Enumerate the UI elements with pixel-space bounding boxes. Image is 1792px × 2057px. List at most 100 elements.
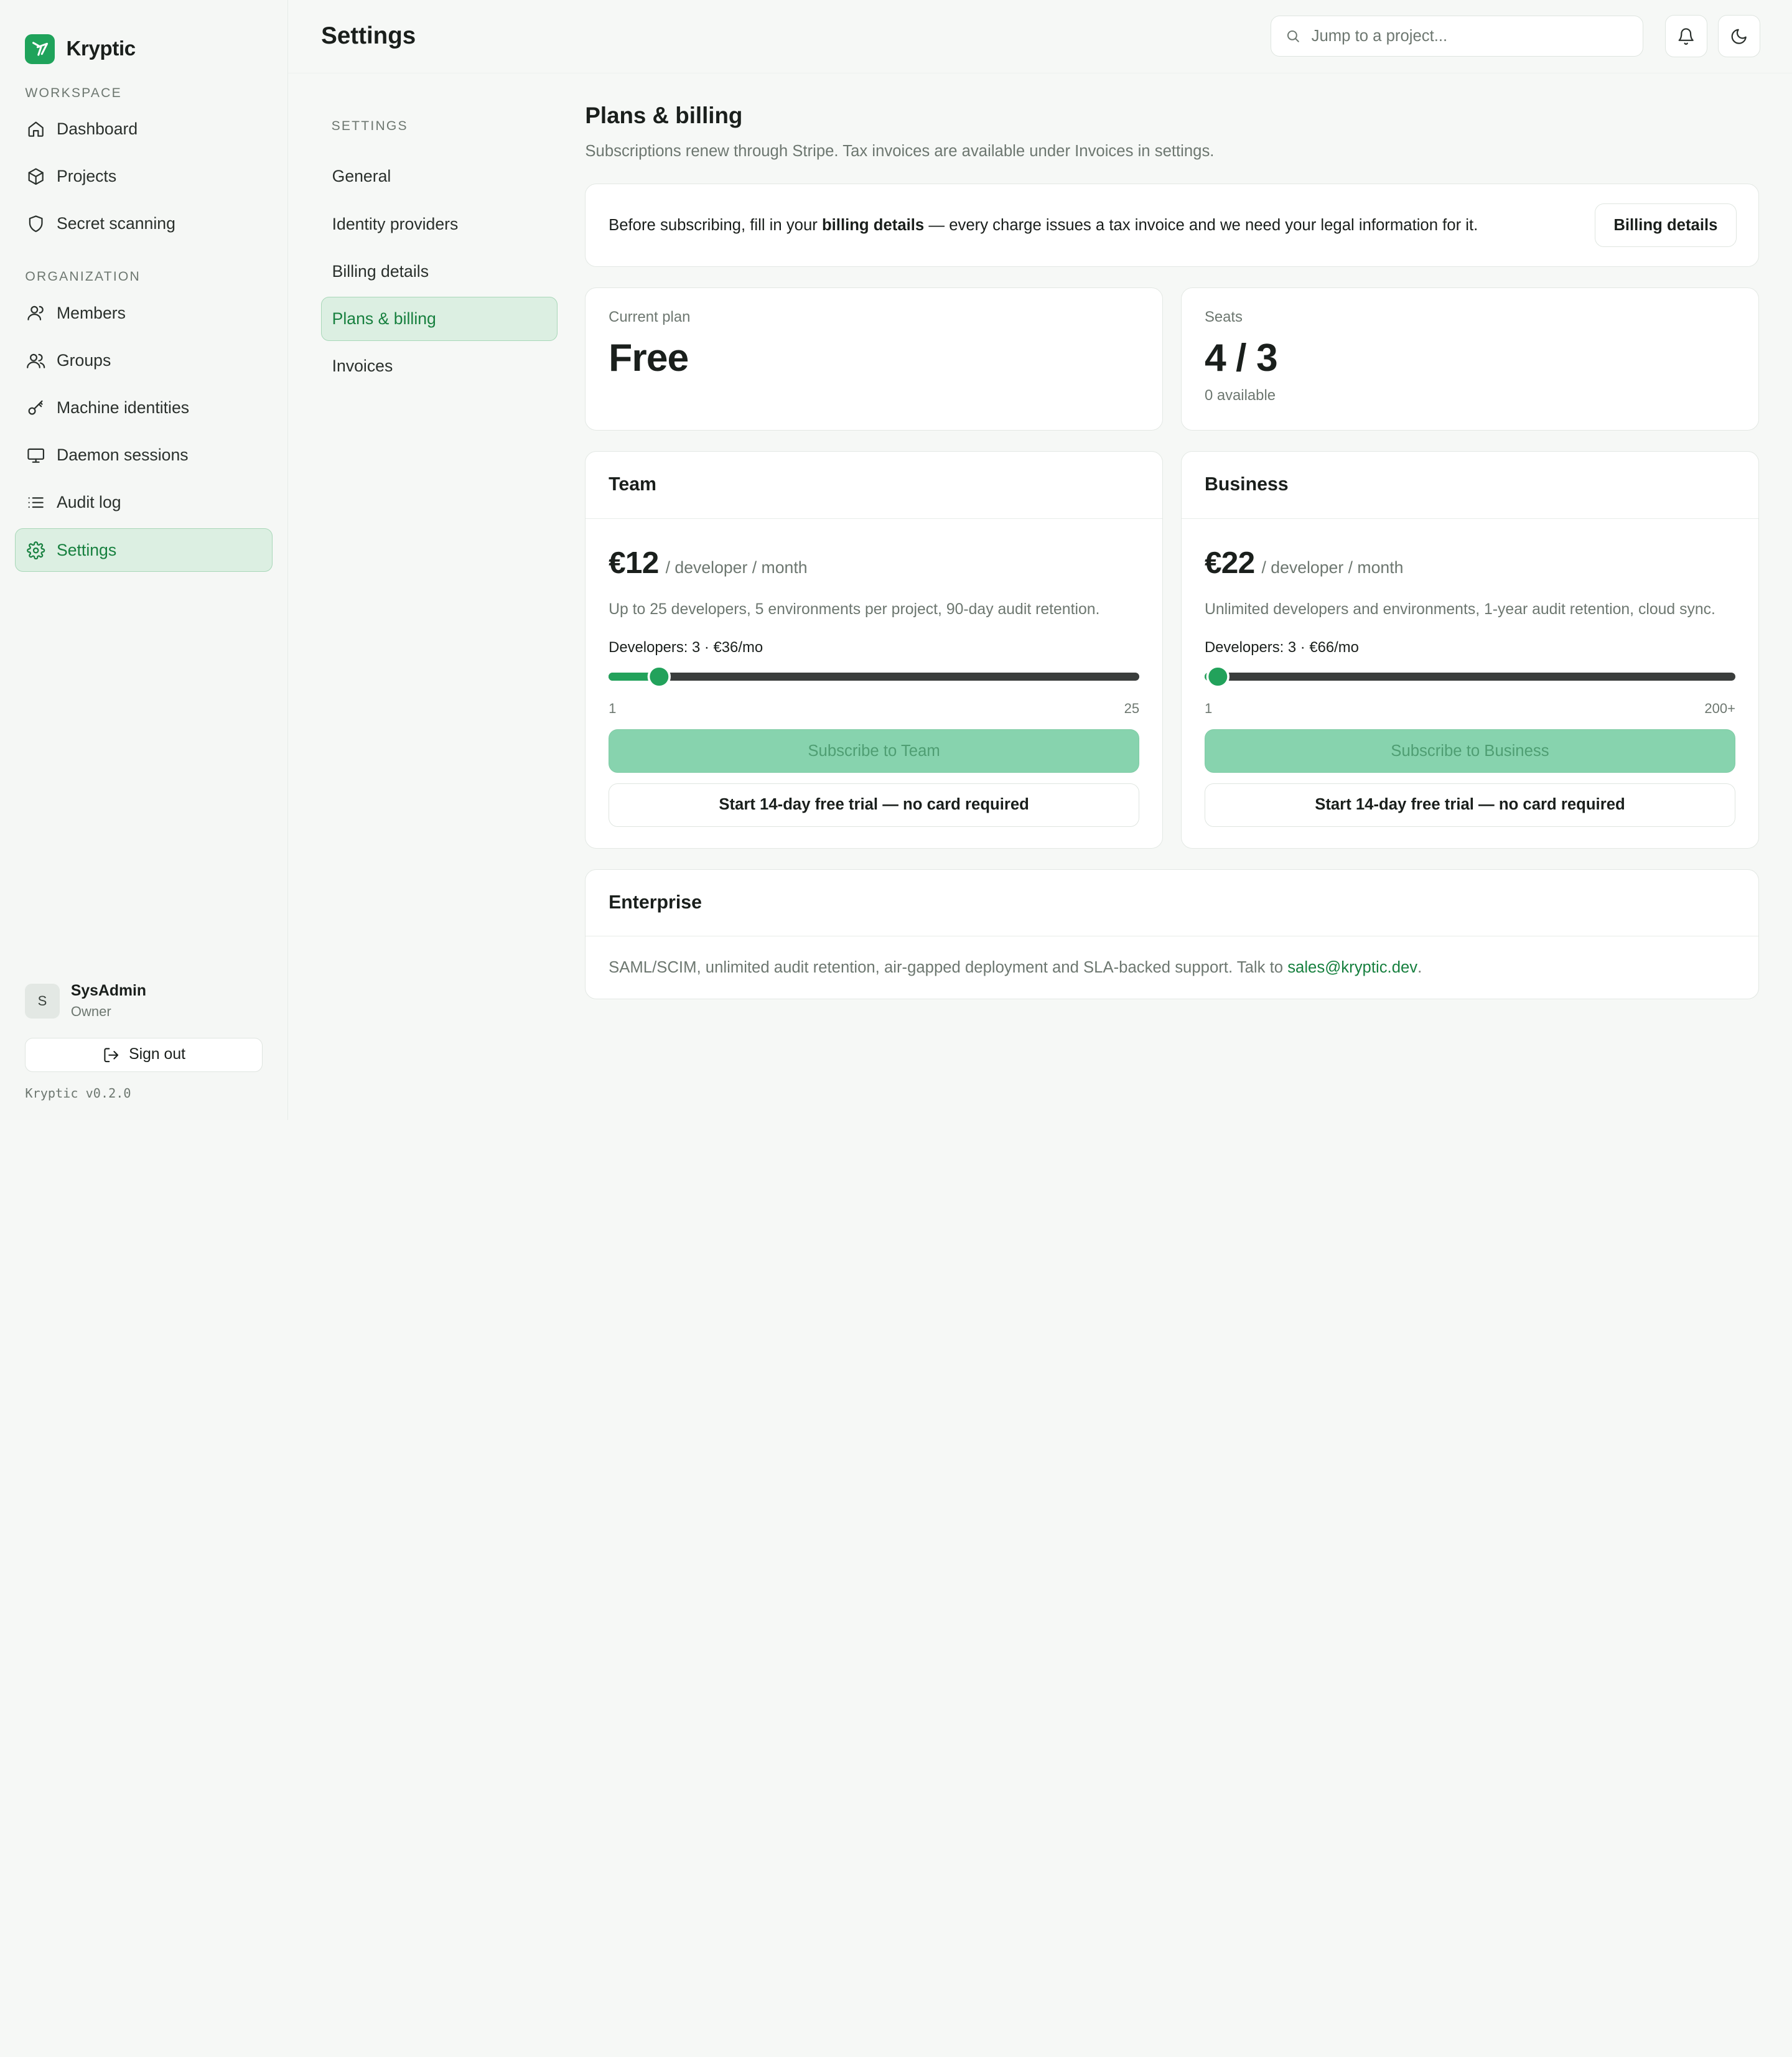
sidebar-item-label: Projects bbox=[56, 167, 117, 186]
kryptic-logo-icon bbox=[25, 34, 55, 64]
sidebar-item-dashboard[interactable]: Dashboard bbox=[15, 108, 273, 151]
key-icon bbox=[28, 400, 43, 415]
settings-item-billing-details[interactable]: Billing details bbox=[321, 249, 558, 294]
sidebar-item-label: Groups bbox=[56, 350, 111, 370]
gear-icon bbox=[27, 541, 45, 559]
plan-description: Up to 25 developers, 5 environments per … bbox=[609, 600, 1100, 618]
panel-subtitle: Subscriptions renew through Stripe. Tax … bbox=[585, 142, 1215, 161]
settings-item-general[interactable]: General bbox=[321, 154, 558, 199]
user-profile[interactable]: S SysAdmin Owner bbox=[25, 976, 263, 1027]
business-plan-card: Business €22 / developer / month Unlimit… bbox=[1181, 450, 1759, 849]
developers-slider[interactable] bbox=[1204, 668, 1735, 686]
sidebar-item-groups[interactable]: Groups bbox=[15, 338, 273, 382]
avatar: S bbox=[25, 984, 60, 1019]
subscribe-team-button[interactable]: Subscribe to Team bbox=[609, 729, 1140, 773]
team-plan-card: Team €12 / developer / month Up to 25 de… bbox=[585, 450, 1163, 849]
plan-price-unit: / developer / month bbox=[665, 557, 808, 577]
settings-subnav-title: SETTINGS bbox=[331, 119, 408, 133]
search-input[interactable] bbox=[1311, 27, 1630, 45]
sidebar: Kryptic WORKSPACE Dashboard Projects Sec… bbox=[0, 0, 288, 1120]
slider-min-label: 1 bbox=[609, 701, 617, 717]
user-role: Owner bbox=[70, 1003, 111, 1019]
panel-title: Plans & billing bbox=[585, 103, 743, 129]
slider-thumb[interactable] bbox=[1208, 668, 1227, 686]
current-plan-card: Current plan Free bbox=[585, 287, 1163, 431]
slider-track[interactable] bbox=[609, 673, 1140, 681]
app-version: Kryptic v0.2.0 bbox=[25, 1085, 131, 1101]
notifications-button[interactable] bbox=[1665, 15, 1708, 58]
cube-icon bbox=[28, 168, 44, 185]
slider-track[interactable] bbox=[1204, 673, 1735, 681]
home-icon bbox=[28, 121, 44, 137]
sidebar-item-audit-log[interactable]: Audit log bbox=[15, 481, 273, 525]
sidebar-item-secret-scanning[interactable]: Secret scanning bbox=[15, 202, 273, 246]
start-trial-team-button[interactable]: Start 14-day free trial — no card requir… bbox=[609, 783, 1140, 827]
search-box[interactable] bbox=[1271, 16, 1644, 57]
sidebar-item-machine-identities[interactable]: Machine identities bbox=[15, 386, 273, 430]
app-window: Kryptic WORKSPACE Dashboard Projects Sec… bbox=[0, 0, 1792, 1120]
nav-section-organization: ORGANIZATION bbox=[25, 269, 141, 284]
sidebar-item-label: Settings bbox=[56, 540, 117, 559]
current-plan-value: Free bbox=[609, 335, 689, 380]
brand[interactable]: Kryptic bbox=[0, 0, 287, 75]
billing-details-button[interactable]: Billing details bbox=[1594, 203, 1737, 247]
plan-price-unit: / developer / month bbox=[1261, 557, 1404, 577]
sidebar-item-label: Dashboard bbox=[56, 119, 138, 139]
notice-text-after: — every charge issues a tax invoice and … bbox=[924, 216, 1478, 234]
notice-text-before: Before subscribing, fill in your bbox=[609, 216, 822, 234]
main-area: Settings SETTINGS General Identity provi… bbox=[287, 0, 1792, 1120]
sidebar-footer: S SysAdmin Owner Sign out Kryptic v0.2.0 bbox=[25, 976, 263, 1120]
theme-toggle-button[interactable] bbox=[1717, 15, 1760, 58]
seats-value: 4 / 3 bbox=[1204, 335, 1278, 380]
enterprise-title: Enterprise bbox=[586, 870, 1758, 936]
sidebar-item-projects[interactable]: Projects bbox=[15, 155, 273, 198]
seats-available: 0 available bbox=[1204, 386, 1276, 404]
plans-billing-panel: Plans & billing Subscriptions renew thro… bbox=[585, 73, 1792, 1000]
bell-icon bbox=[1678, 27, 1694, 45]
plan-name: Business bbox=[1182, 452, 1758, 520]
enterprise-card: Enterprise SAML/SCIM, unlimited audit re… bbox=[585, 869, 1759, 1000]
notice-text: Before subscribing, fill in your billing… bbox=[609, 217, 1478, 235]
subscribe-business-button[interactable]: Subscribe to Business bbox=[1204, 729, 1735, 773]
slider-thumb[interactable] bbox=[650, 668, 668, 686]
slider-max-label: 25 bbox=[1124, 701, 1140, 717]
sales-email-link[interactable]: sales@kryptic.dev bbox=[1287, 959, 1417, 977]
monitor-icon bbox=[27, 448, 45, 463]
settings-item-identity-providers[interactable]: Identity providers bbox=[321, 202, 558, 246]
settings-subnav: SETTINGS General Identity providers Bill… bbox=[288, 73, 586, 1000]
seats-label: Seats bbox=[1204, 309, 1243, 326]
topbar: Settings bbox=[287, 0, 1792, 73]
settings-item-invoices[interactable]: Invoices bbox=[321, 344, 558, 389]
sidebar-item-label: Daemon sessions bbox=[56, 445, 189, 465]
developers-count: Developers: 3 · €66/mo bbox=[1204, 638, 1359, 656]
developers-count: Developers: 3 · €36/mo bbox=[609, 638, 763, 656]
page-title: Settings bbox=[321, 22, 416, 50]
plan-description: Unlimited developers and environments, 1… bbox=[1204, 600, 1715, 618]
current-plan-label: Current plan bbox=[609, 309, 691, 326]
slider-min-label: 1 bbox=[1204, 701, 1213, 717]
sidebar-item-members[interactable]: Members bbox=[15, 291, 273, 335]
brand-name: Kryptic bbox=[66, 37, 136, 60]
user-name: SysAdmin bbox=[70, 982, 147, 1000]
moon-icon bbox=[1731, 29, 1747, 44]
sign-out-button[interactable]: Sign out bbox=[25, 1037, 263, 1072]
shield-icon bbox=[29, 215, 43, 233]
seats-card: Seats 4 / 3 0 available bbox=[1181, 287, 1759, 431]
settings-item-plans-billing[interactable]: Plans & billing bbox=[321, 296, 558, 342]
plan-name: Team bbox=[586, 452, 1162, 520]
enterprise-description: SAML/SCIM, unlimited audit retention, ai… bbox=[586, 936, 1758, 999]
sidebar-item-label: Secret scanning bbox=[56, 214, 175, 233]
plan-price: €22 bbox=[1204, 544, 1255, 580]
nav-section-workspace: WORKSPACE bbox=[25, 85, 122, 100]
sidebar-item-settings[interactable]: Settings bbox=[14, 528, 273, 572]
sidebar-item-label: Machine identities bbox=[56, 398, 190, 417]
logout-icon bbox=[104, 1047, 118, 1062]
plan-price: €12 bbox=[609, 544, 659, 580]
sidebar-item-label: Members bbox=[56, 303, 126, 322]
search-icon bbox=[1287, 30, 1299, 43]
developers-slider[interactable] bbox=[609, 668, 1140, 686]
sign-out-label: Sign out bbox=[129, 1046, 185, 1063]
start-trial-business-button[interactable]: Start 14-day free trial — no card requir… bbox=[1204, 783, 1735, 827]
sidebar-item-label: Audit log bbox=[56, 493, 121, 512]
sidebar-item-daemon-sessions[interactable]: Daemon sessions bbox=[15, 434, 273, 477]
